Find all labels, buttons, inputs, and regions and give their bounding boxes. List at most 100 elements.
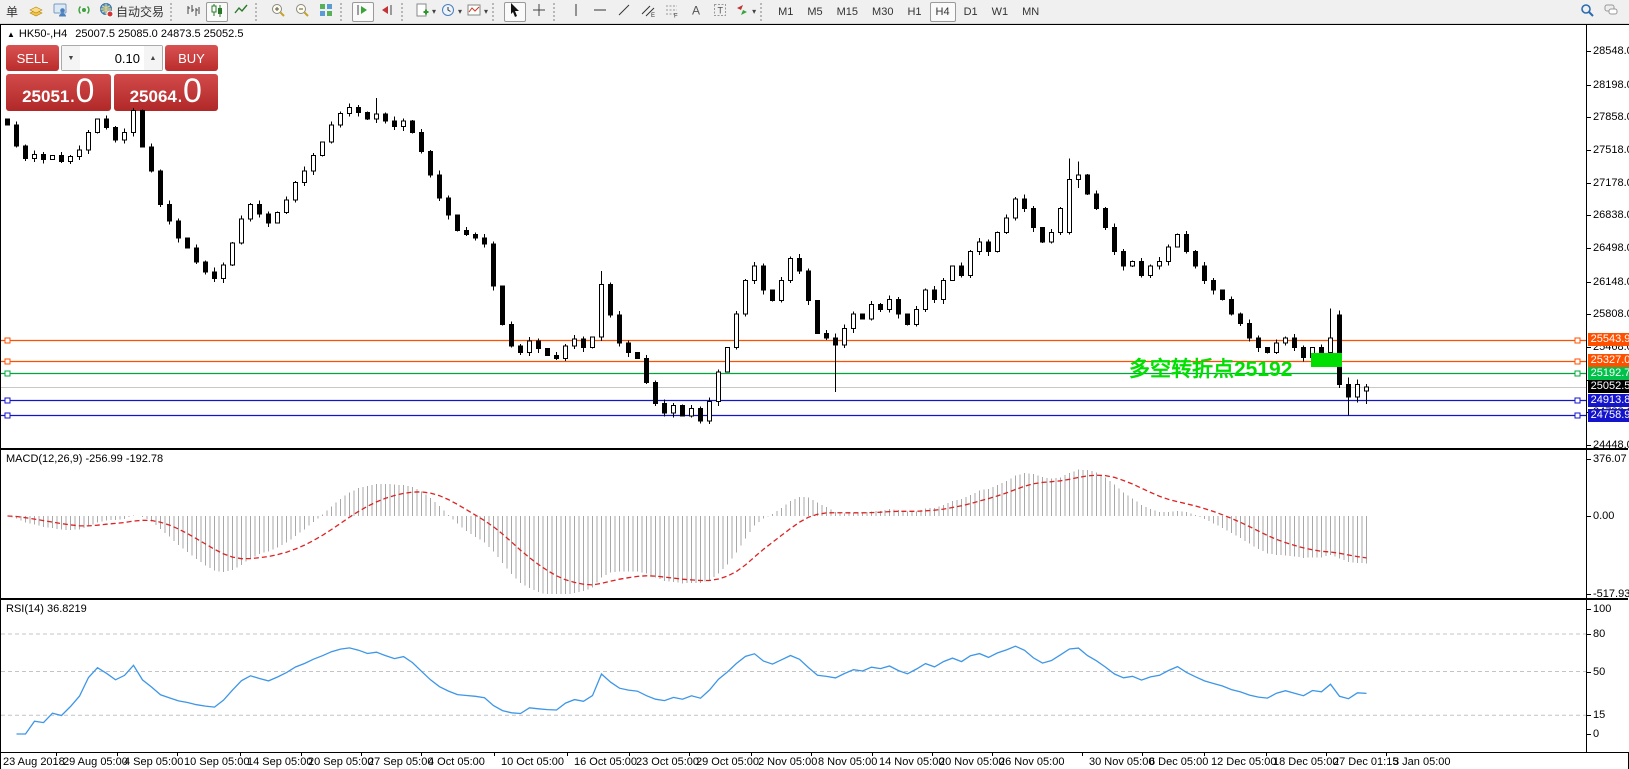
zoom-in-button[interactable] bbox=[267, 2, 289, 22]
axis-tick bbox=[1587, 734, 1591, 735]
price-tick-label: 27178.0 bbox=[1593, 177, 1629, 189]
text-label-button[interactable]: T bbox=[709, 2, 731, 22]
templates-icon bbox=[466, 2, 482, 21]
timeframe-m15-button[interactable]: M15 bbox=[831, 2, 864, 22]
macd-histogram bbox=[8, 470, 1367, 594]
chat-button[interactable] bbox=[1600, 2, 1622, 22]
date-tick bbox=[1386, 752, 1387, 756]
search-icon bbox=[1579, 2, 1595, 21]
date-label: 27 Sep 05:00 bbox=[368, 756, 433, 768]
date-tick bbox=[1326, 752, 1327, 756]
rsi-pane[interactable] bbox=[1, 600, 1586, 752]
arrows-button[interactable]: ▾ bbox=[733, 2, 757, 22]
auto-scroll-button[interactable] bbox=[352, 2, 374, 22]
caret-down-icon: ▾ bbox=[432, 7, 436, 16]
date-tick bbox=[240, 752, 241, 756]
date-tick bbox=[1204, 752, 1205, 756]
new-order-button[interactable]: 单 bbox=[1, 2, 23, 22]
date-label: 26 Nov 05:00 bbox=[999, 756, 1064, 768]
date-label: 20 Nov 05:00 bbox=[939, 756, 1004, 768]
caret-down-icon: ▾ bbox=[484, 7, 488, 16]
timeframe-mn-button[interactable]: MN bbox=[1016, 2, 1045, 22]
date-axis[interactable]: 23 Aug 201829 Aug 05:004 Sep 05:0010 Sep… bbox=[1, 753, 1628, 769]
templates-button[interactable]: ▾ bbox=[465, 2, 489, 22]
date-label: 10 Oct 05:00 bbox=[501, 756, 564, 768]
tile-windows-icon bbox=[318, 2, 334, 21]
date-tick bbox=[872, 752, 873, 756]
caret-down-icon: ▾ bbox=[752, 7, 756, 16]
horizontal-line-icon bbox=[592, 2, 608, 21]
periods-button[interactable]: ▾ bbox=[439, 2, 463, 22]
price-axis[interactable]: 28548.028198.027858.027518.027178.026838… bbox=[1586, 25, 1629, 752]
rsi-tick-label: 80 bbox=[1593, 628, 1605, 640]
timeframe-h1-button[interactable]: H1 bbox=[901, 2, 927, 22]
main-toolbar: 单 自动交易 ▾ ▾ ▾ EFAT ▾ M1M5M15M30H1H4D1W1MN bbox=[0, 0, 1629, 24]
toolbar-grip bbox=[255, 3, 264, 21]
axis-tick bbox=[1587, 634, 1591, 635]
axis-tick bbox=[1587, 51, 1591, 52]
history-book-button[interactable] bbox=[25, 2, 47, 22]
mt4-terminal: 单 自动交易 ▾ ▾ ▾ EFAT ▾ M1M5M15M30H1H4D1W1MN ▲HK50-… bbox=[0, 0, 1629, 769]
history-book-icon bbox=[28, 2, 44, 21]
price-chart-pane[interactable]: 多空转折点25192 bbox=[1, 27, 1586, 448]
macd-pane[interactable] bbox=[1, 450, 1586, 598]
indicators-button[interactable]: ▾ bbox=[413, 2, 437, 22]
chart-window: ▲HK50-,H425007.5 25085.0 24873.5 25052.5… bbox=[0, 24, 1629, 769]
profile-button[interactable] bbox=[49, 2, 71, 22]
search-button[interactable] bbox=[1576, 2, 1598, 22]
crosshair-button[interactable] bbox=[528, 2, 550, 22]
date-label: 2 Nov 05:00 bbox=[758, 756, 817, 768]
pane-separator[interactable] bbox=[1, 448, 1628, 450]
axis-tick bbox=[1587, 248, 1591, 249]
date-tick bbox=[361, 752, 362, 756]
date-label: 14 Nov 05:00 bbox=[879, 756, 944, 768]
cursor-icon bbox=[507, 2, 523, 21]
price-tick-label: 25808.0 bbox=[1593, 308, 1629, 320]
auto-trading-button[interactable]: 自动交易 bbox=[97, 2, 167, 22]
rsi-tick-label: 50 bbox=[1593, 666, 1605, 678]
date-tick bbox=[811, 752, 812, 756]
timeframe-m30-button[interactable]: M30 bbox=[866, 2, 899, 22]
timeframe-w1-button[interactable]: W1 bbox=[986, 2, 1015, 22]
text-button[interactable]: A bbox=[685, 2, 707, 22]
date-label: 16 Oct 05:00 bbox=[574, 756, 637, 768]
axis-tick bbox=[1587, 445, 1591, 446]
line-chart-button[interactable] bbox=[230, 2, 252, 22]
tile-windows-button[interactable] bbox=[315, 2, 337, 22]
chart-shift-icon bbox=[379, 2, 395, 21]
cursor-button[interactable] bbox=[504, 2, 526, 22]
timeframe-m1-button[interactable]: M1 bbox=[772, 2, 799, 22]
axis-tick bbox=[1587, 117, 1591, 118]
date-label: 4 Sep 05:00 bbox=[124, 756, 183, 768]
signals-button[interactable] bbox=[73, 2, 95, 22]
equidistant-channel-button[interactable]: E bbox=[637, 2, 659, 22]
toolbar-grip bbox=[553, 3, 562, 21]
trendline-button[interactable] bbox=[613, 2, 635, 22]
chart-shift-button[interactable] bbox=[376, 2, 398, 22]
fibonacci-icon: F bbox=[664, 2, 680, 21]
axis-tick bbox=[1587, 85, 1591, 86]
horizontal-line-button[interactable] bbox=[589, 2, 611, 22]
profile-icon bbox=[52, 2, 68, 21]
candlestick-chart-button[interactable] bbox=[206, 2, 228, 22]
crosshair-icon bbox=[531, 2, 547, 21]
timeframe-d1-button[interactable]: D1 bbox=[958, 2, 984, 22]
date-tick bbox=[992, 752, 993, 756]
macd-tick-label: 0.00 bbox=[1593, 510, 1614, 522]
zoom-out-button[interactable] bbox=[291, 2, 313, 22]
caret-down-icon: ▾ bbox=[458, 7, 462, 16]
timeframe-h4-button[interactable]: H4 bbox=[930, 2, 956, 22]
chat-icon bbox=[1603, 2, 1619, 21]
macd-tick-label: 376.07 bbox=[1593, 453, 1627, 465]
timeframe-m5-button[interactable]: M5 bbox=[801, 2, 828, 22]
date-tick bbox=[56, 752, 57, 756]
fibonacci-button[interactable]: F bbox=[661, 2, 683, 22]
date-label: 14 Sep 05:00 bbox=[247, 756, 312, 768]
bar-chart-icon bbox=[185, 2, 201, 21]
pane-separator[interactable] bbox=[1, 598, 1628, 600]
line-price-tag: 25543.9 bbox=[1588, 333, 1629, 346]
axis-tick bbox=[1587, 314, 1591, 315]
vertical-line-button[interactable] bbox=[565, 2, 587, 22]
bar-chart-button[interactable] bbox=[182, 2, 204, 22]
toolbar-grip bbox=[401, 3, 410, 21]
